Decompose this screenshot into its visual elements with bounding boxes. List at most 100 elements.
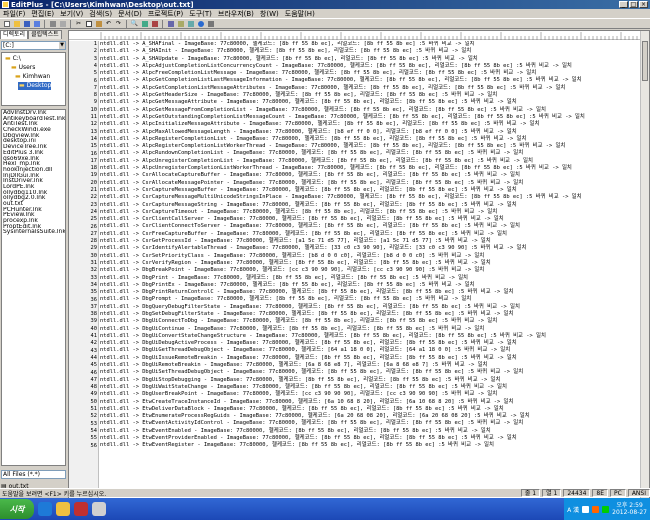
menu-edit[interactable]: 편집(E) [28, 9, 57, 19]
browser-icon[interactable] [196, 20, 205, 28]
text-line[interactable]: ntdll.dll -> DbgPrint - ImageBase: 77c80… [100, 275, 641, 282]
menu-document[interactable]: 문서(D) [115, 9, 145, 19]
line-number-icon[interactable] [186, 20, 195, 28]
menu-view[interactable]: 보기(V) [57, 9, 86, 19]
media-icon[interactable] [74, 502, 88, 516]
text-line[interactable]: ntdll.dll -> DbgUiConnectToDbg - ImageBa… [100, 318, 641, 325]
line-number: 36 [90, 296, 98, 303]
replace-icon[interactable] [140, 20, 149, 28]
maximize-button[interactable]: □ [629, 1, 638, 8]
new-file-icon[interactable] [2, 20, 11, 28]
text-line[interactable]: ntdll.dll -> AlpcRundownCompletionList -… [100, 150, 641, 157]
text-line[interactable]: ntdll.dll -> EtwCreateTraceInstanceId - … [100, 399, 641, 406]
paste-icon[interactable] [94, 20, 103, 28]
status-column: 열 1 [542, 489, 562, 497]
menu-help[interactable]: 도움말(H) [282, 9, 318, 19]
minimize-button[interactable]: _ [619, 1, 628, 8]
ruler-icon[interactable] [176, 20, 185, 28]
clock-date: 2012-08-27 [612, 509, 647, 516]
open-folder-icon[interactable] [12, 20, 21, 28]
text-line[interactable]: ntdll.dll -> EtwEventActivityIdControl -… [100, 420, 641, 427]
text-line[interactable]: ntdll.dll -> A_SHAUpdate - ImageBase: 77… [100, 56, 641, 63]
copy-icon[interactable] [84, 20, 93, 28]
text-line[interactable]: ntdll.dll -> AlpcGetMessageAttribute - I… [100, 99, 641, 106]
close-button[interactable]: × [639, 1, 648, 8]
editor-pane[interactable]: 1 2 3 4 5 6 7 8 9 10 11 12 13 14 15 16 17 18 19 20 21 22 23 24 2… [68, 30, 650, 500]
alert-icon[interactable] [592, 505, 600, 513]
print-icon[interactable] [48, 20, 57, 28]
drive-select[interactable]: [C:] ▼ [1, 41, 66, 50]
menu-tools[interactable]: 도구(T) [186, 9, 215, 19]
editor-text[interactable]: ntdll.dll -> A_SHAFinal - ImageBase: 77c… [100, 41, 641, 500]
menu-window[interactable]: 창(W) [257, 9, 282, 19]
file-filter-select[interactable]: All Files (*.*) [1, 470, 66, 479]
text-line[interactable]: ntdll.dll -> DbgUiGetThreadDebugObject -… [100, 347, 641, 354]
settings-icon[interactable] [206, 20, 215, 28]
text-line[interactable]: ntdll.dll -> CsrCaptureMessageMultiUnico… [100, 194, 641, 201]
ime-indicator[interactable]: A 漢 [567, 505, 579, 514]
line-number: 37 [90, 303, 98, 310]
text-line[interactable]: ntdll.dll -> CsrClientConnectToServer - … [100, 223, 641, 230]
text-line[interactable]: ntdll.dll -> DbgUiContinue - ImageBase: … [100, 326, 641, 333]
text-line[interactable]: ntdll.dll -> AlpcInitializeMessageAttrib… [100, 121, 641, 128]
vertical-scrollbar[interactable] [640, 31, 649, 499]
tab-cliptext[interactable]: 클립텍스트 [28, 30, 62, 39]
line-number: 56 [90, 442, 98, 449]
save-all-icon[interactable] [32, 20, 41, 28]
text-line[interactable]: ntdll.dll -> DbgQueryDebugFilterState - … [100, 304, 641, 311]
text-line[interactable]: ntdll.dll -> AlpcGetCompletionListMessag… [100, 85, 641, 92]
text-line[interactable]: ntdll.dll -> EtwEventRegister - ImageBas… [100, 442, 641, 449]
text-line[interactable]: ntdll.dll -> DbgBreakPoint - ImageBase: … [100, 267, 641, 274]
dir-item[interactable]: ▬ Users [10, 64, 35, 72]
text-line[interactable]: ntdll.dll -> AlpcUnregisterCompletionLis… [100, 158, 641, 165]
dir-item[interactable]: ▬ Kimhwan [14, 73, 50, 81]
file-item[interactable]: SysinternalsSuite.lnk [2, 229, 65, 235]
volume-icon[interactable] [602, 505, 610, 513]
explorer-icon[interactable] [56, 502, 70, 516]
text-line[interactable]: ntdll.dll -> DbgUserBreakPoint - ImageBa… [100, 391, 641, 398]
menu-search[interactable]: 검색(S) [86, 9, 115, 19]
line-number: 13 [90, 128, 98, 135]
line-number: 8 [93, 92, 97, 99]
text-line[interactable]: ntdll.dll -> DbgPrompt - ImageBase: 77c8… [100, 296, 641, 303]
text-line[interactable]: ntdll.dll -> CsrIdentifyAlertableThread … [100, 245, 641, 252]
line-number: 6 [93, 77, 97, 84]
text-line[interactable]: ntdll.dll -> A_SHAInit - ImageBase: 77c8… [100, 48, 641, 55]
text-line[interactable]: ntdll.dll -> EtwEventEnabled - ImageBase… [100, 428, 641, 435]
clock[interactable]: 오후 2:59 2012-08-27 [612, 502, 647, 516]
toolbar-divider [44, 19, 45, 28]
editplus-task-icon[interactable] [92, 502, 106, 516]
scrollbar-thumb[interactable] [642, 41, 648, 81]
text-line[interactable]: ntdll.dll -> CsrAllocateCaptureBuffer - … [100, 172, 641, 179]
line-number: 14 [90, 135, 98, 142]
redo-icon[interactable]: ↷ [114, 20, 123, 28]
menu-file[interactable]: 파일(F) [0, 9, 28, 19]
save-icon[interactable] [22, 20, 31, 28]
start-button[interactable]: 시작 [0, 499, 34, 519]
dir-item[interactable]: ▬ C:\ [4, 55, 21, 63]
menu-browser[interactable]: 브라우저(B) [215, 9, 257, 19]
cut-icon[interactable]: ✂ [74, 20, 83, 28]
text-line[interactable]: ntdll.dll -> DbgUiSetThreadDebugObject -… [100, 369, 641, 376]
ie-icon[interactable] [38, 502, 52, 516]
tab-directory[interactable]: 디렉토리 [0, 30, 29, 39]
line-number: 17 [90, 157, 98, 164]
text-line[interactable]: ntdll.dll -> DbgUiStopDebugging - ImageB… [100, 377, 641, 384]
dir-item-selected[interactable]: ▬ Desktop [18, 82, 52, 90]
text-line[interactable]: ntdll.dll -> DbgUiIssueRemoteBreakin - I… [100, 355, 641, 362]
undo-icon[interactable]: ↶ [104, 20, 113, 28]
network-icon[interactable] [582, 505, 590, 513]
text-line[interactable]: ntdll.dll -> AlpcGetCompletionListLastMe… [100, 77, 641, 84]
text-line[interactable]: ntdll.dll -> DbgPrintEx - ImageBase: 77c… [100, 282, 641, 289]
text-line[interactable]: ntdll.dll -> CsrCaptureMessageString - I… [100, 202, 641, 209]
menu-project[interactable]: 프로젝트(P) [145, 9, 186, 19]
find-icon[interactable]: 🔍 [130, 20, 139, 28]
text-line[interactable]: ntdll.dll -> AlpcMaxAllowedMessageLength… [100, 129, 641, 136]
text-line[interactable]: ntdll.dll -> AlpcGetMessageFromCompletio… [100, 107, 641, 114]
word-wrap-icon[interactable] [166, 20, 175, 28]
text-line[interactable]: ntdll.dll -> CsrFreeCaptureBuffer - Imag… [100, 231, 641, 238]
goto-icon[interactable] [150, 20, 159, 28]
print-preview-icon[interactable] [58, 20, 67, 28]
text-line[interactable]: ntdll.dll -> CsrAllocateMessagePointer -… [100, 180, 641, 187]
text-line[interactable]: ntdll.dll -> CsrSetPriorityClass - Image… [100, 253, 641, 260]
